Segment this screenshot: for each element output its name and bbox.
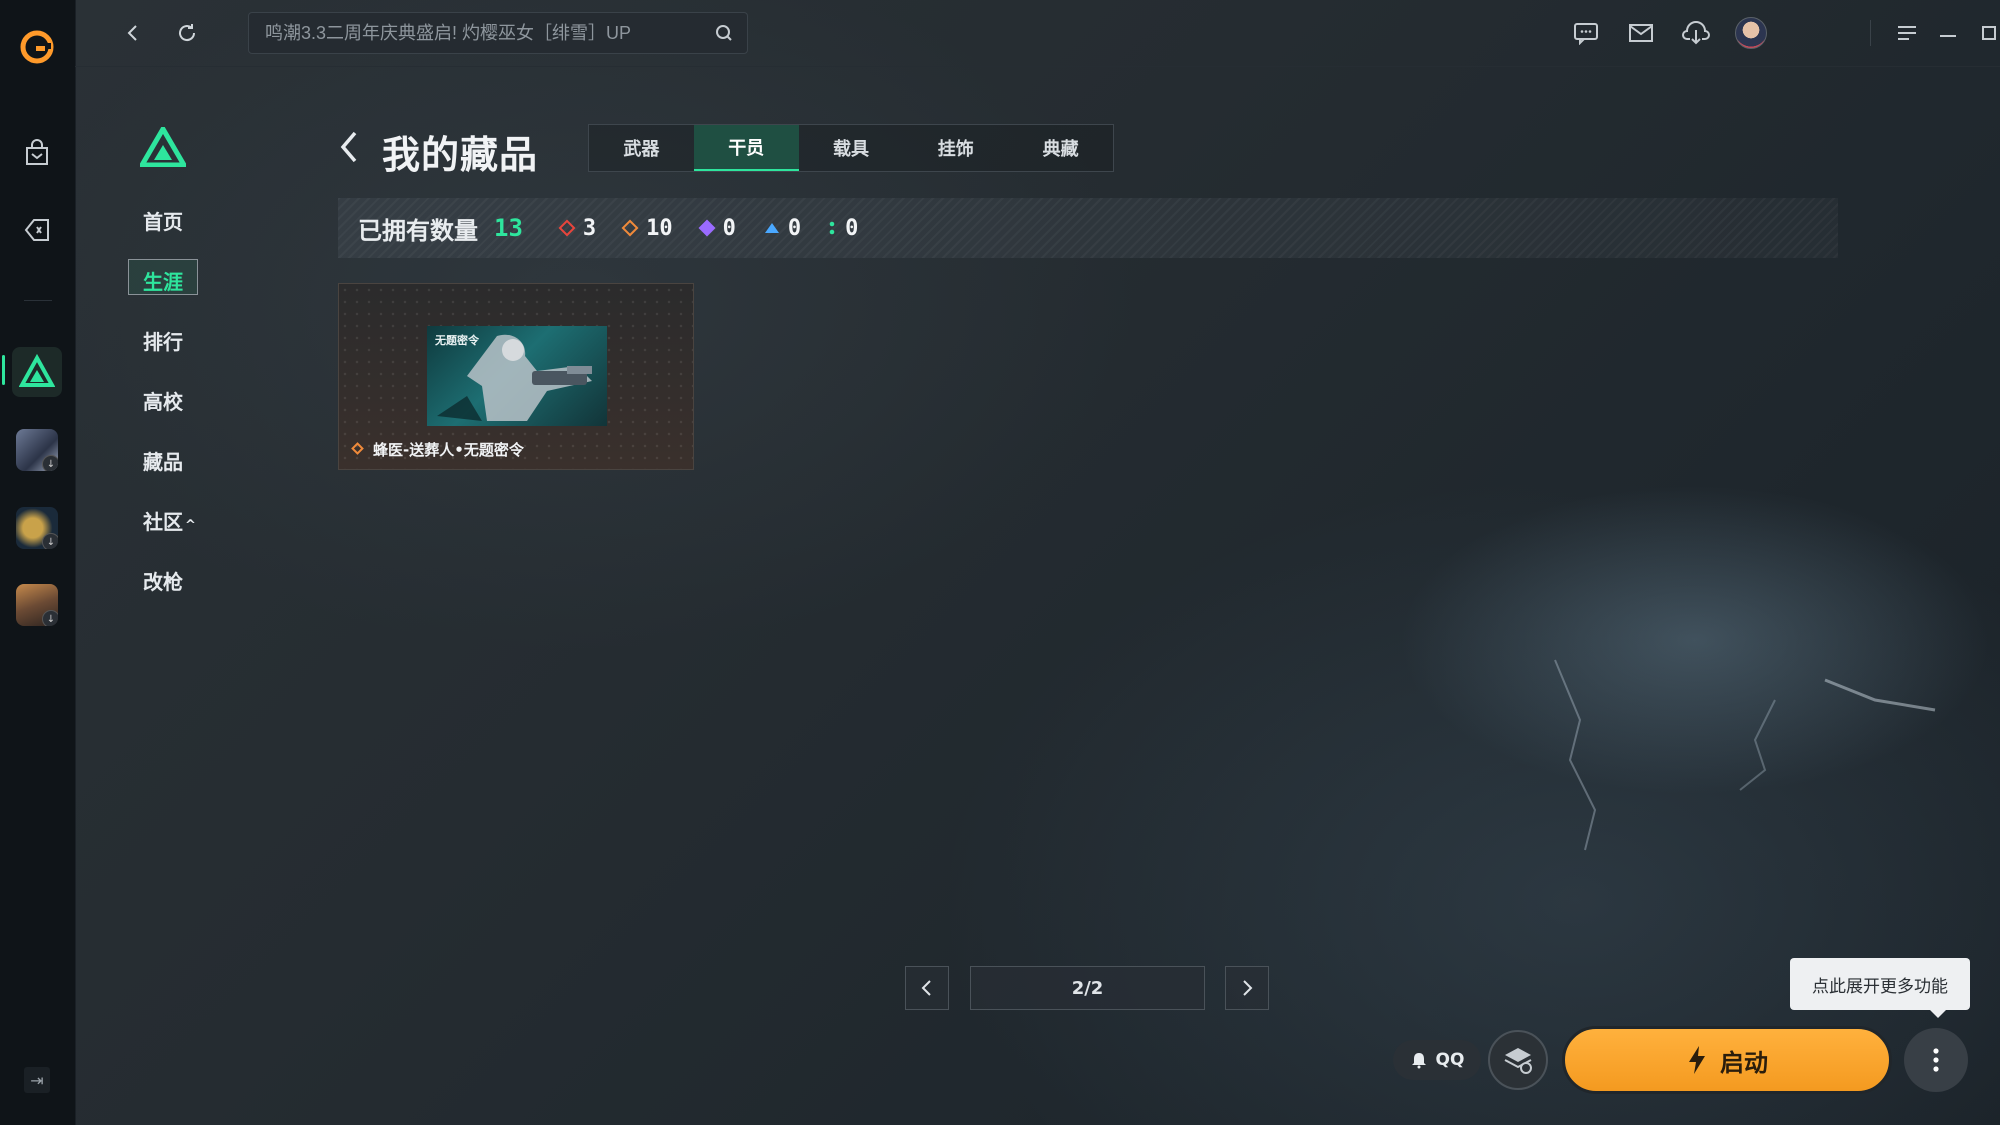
search-bar[interactable]: [248, 12, 748, 54]
more-vertical-icon: [1933, 1048, 1939, 1072]
rail-divider: [24, 300, 52, 301]
download-icon: ↓: [42, 610, 58, 626]
addon-layers-button[interactable]: [1488, 1030, 1548, 1090]
rarity-red-count: 3: [558, 216, 596, 241]
item-name: 蜂医-送葬人•无题密令: [373, 441, 524, 459]
top-bar: [75, 0, 2000, 67]
tab-charms[interactable]: 挂饰: [903, 125, 1008, 171]
maximize-icon[interactable]: [1972, 16, 2000, 50]
owned-count-total: 13: [494, 214, 523, 242]
game-delta-force-icon[interactable]: [12, 347, 62, 397]
collapse-rail-button[interactable]: ⇥: [24, 1067, 50, 1093]
rarity-orange-count: 10: [621, 216, 673, 241]
rarity-green-count: 0: [829, 216, 858, 241]
search-input[interactable]: [263, 21, 715, 45]
orange-diamond-icon: [351, 442, 364, 455]
orange-diamond-icon: [621, 219, 639, 237]
skin-caption: 无题密令: [435, 335, 479, 347]
owned-summary-strip: 已拥有数量 13 3 10 0 0 0: [338, 198, 1838, 258]
sidebar-item-community[interactable]: 社区 ^: [143, 506, 196, 535]
app-rail: ↓ ↓ ↓ ⇥: [0, 0, 76, 1125]
tab-vehicles[interactable]: 载具: [799, 125, 904, 171]
back-nav-button[interactable]: [118, 18, 148, 48]
page-title: 我的藏品: [382, 133, 539, 177]
download-manager-icon[interactable]: [1679, 16, 1713, 50]
chevron-up-icon: ^: [185, 518, 196, 533]
game-thumbnail-2[interactable]: ↓: [12, 503, 62, 553]
back-button[interactable]: [338, 130, 360, 172]
green-dots-icon: [829, 220, 835, 236]
collection-item-card[interactable]: 无题密令 蜂医-送葬人•无题密令: [338, 283, 694, 470]
game-thumbnail-1[interactable]: ↓: [12, 425, 62, 475]
red-diamond-icon: [558, 219, 576, 237]
chat-icon[interactable]: [1569, 16, 1603, 50]
bell-icon: [1410, 1051, 1428, 1069]
app-logo-icon[interactable]: [12, 22, 62, 72]
sidebar-item-career[interactable]: 生涯: [143, 266, 183, 295]
launch-button[interactable]: 启动: [1562, 1026, 1892, 1094]
qq-login-button[interactable]: QQ: [1393, 1040, 1481, 1080]
owned-count-label: 已拥有数量: [358, 216, 478, 245]
user-avatar[interactable]: [1734, 16, 1768, 50]
menu-icon[interactable]: [1890, 16, 1924, 50]
more-options-button[interactable]: [1904, 1028, 1968, 1092]
qq-label: QQ: [1435, 1050, 1465, 1070]
download-icon: ↓: [42, 533, 58, 549]
tab-collector[interactable]: 典藏: [1008, 125, 1113, 171]
purple-diamond-icon: [698, 219, 716, 237]
sidebar-item-gunsmith[interactable]: 改枪: [143, 566, 183, 595]
sidebar-item-label: 社区: [143, 510, 183, 534]
game-thumbnail-3[interactable]: ↓: [12, 580, 62, 630]
tab-operators[interactable]: 干员: [693, 125, 799, 171]
mail-icon[interactable]: [1624, 16, 1658, 50]
lightning-icon: [1686, 1045, 1708, 1075]
search-icon[interactable]: [715, 24, 733, 42]
sidebar-item-home[interactable]: 首页: [143, 206, 183, 235]
sidebar-item-school[interactable]: 高校: [143, 386, 183, 415]
download-icon: ↓: [42, 455, 58, 471]
launch-label: 启动: [1720, 1048, 1768, 1077]
sidebar-item-ranking[interactable]: 排行: [143, 326, 183, 355]
operator-skin-image: 无题密令: [427, 326, 607, 426]
sidebar-item-collection[interactable]: 藏品: [143, 446, 183, 475]
delta-force-logo-icon: [137, 124, 189, 171]
store-bag-icon[interactable]: [12, 128, 62, 178]
tag-icon[interactable]: [12, 205, 62, 255]
rarity-purple-count: 0: [698, 216, 736, 241]
more-features-tooltip: 点此展开更多功能: [1790, 958, 1970, 1018]
blue-triangle-icon: [764, 222, 780, 234]
prev-page-button[interactable]: [905, 966, 949, 1010]
refresh-button[interactable]: [172, 18, 202, 48]
rail-active-indicator: [2, 355, 5, 385]
layers-icon: [1504, 1048, 1532, 1074]
topbar-divider: [1870, 20, 1871, 46]
tab-weapons[interactable]: 武器: [589, 125, 694, 171]
next-page-button[interactable]: [1225, 966, 1269, 1010]
minimize-icon[interactable]: [1931, 16, 1965, 50]
rarity-blue-count: 0: [764, 216, 801, 241]
collection-tabs: 武器 干员 载具 挂饰 典藏: [588, 124, 1114, 172]
page-indicator: 2/2: [970, 966, 1205, 1010]
